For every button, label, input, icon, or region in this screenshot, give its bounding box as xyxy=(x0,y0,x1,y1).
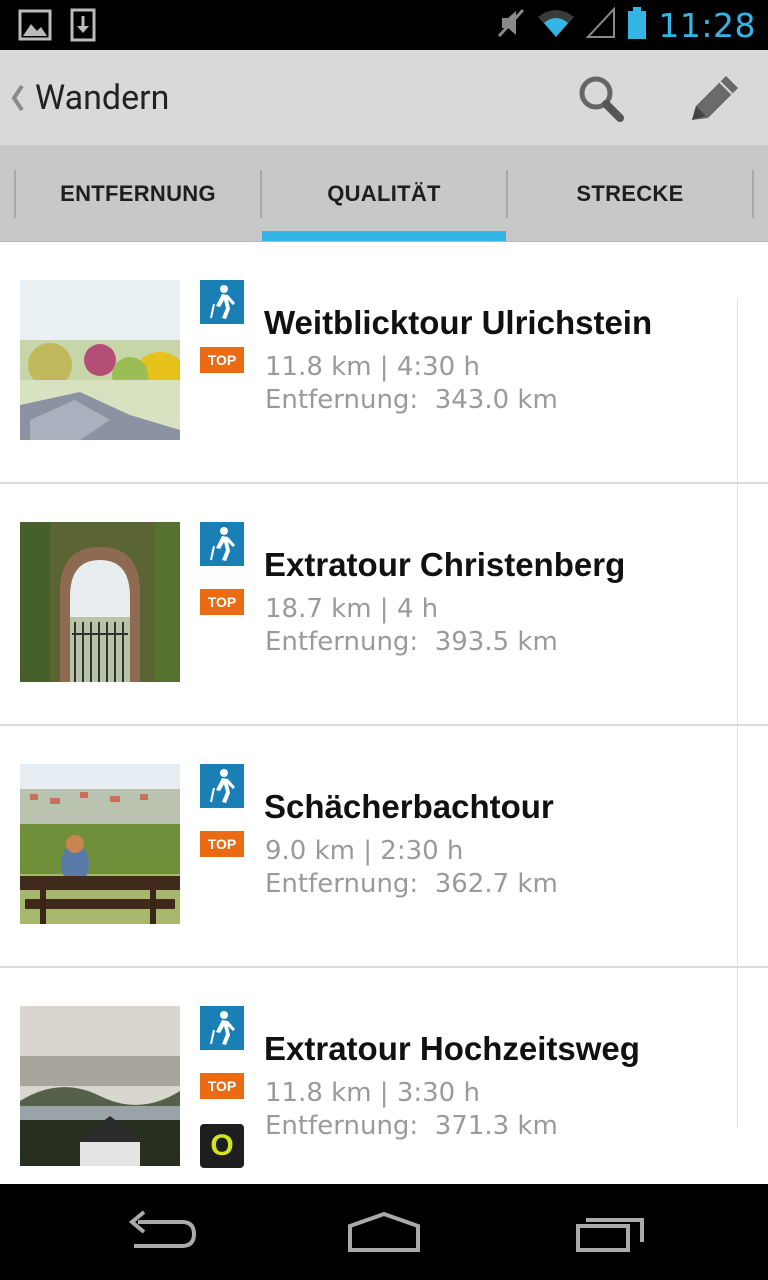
top-badge: TOP xyxy=(200,347,244,373)
system-nav-bar xyxy=(0,1184,768,1280)
list-item[interactable]: TOP Schächerbachtour 9.0 km | 2:30 h Ent… xyxy=(0,726,768,968)
tour-length-duration: 11.8 km | 3:30 h xyxy=(265,1078,480,1108)
tab-entfernung[interactable]: ENTFERNUNG xyxy=(16,145,260,242)
tour-distance: Entfernung: 393.5 km xyxy=(265,627,558,657)
tour-distance: Entfernung: 362.7 km xyxy=(265,869,558,899)
tour-list[interactable]: TOP Weitblicktour Ulrichstein 11.8 km | … xyxy=(0,242,768,1184)
recent-apps-icon[interactable] xyxy=(560,1204,660,1260)
tour-title: Schächerbachtour xyxy=(264,788,554,825)
back-arrow-icon[interactable] xyxy=(112,1204,212,1260)
tab-bar: ENTFERNUNG QUALITÄT STRECKE xyxy=(0,145,768,242)
status-bar: 11:28 xyxy=(0,0,768,50)
tab-qualitaet[interactable]: QUALITÄT xyxy=(262,145,506,242)
signal-icon xyxy=(586,6,616,43)
tour-title: Weitblicktour Ulrichstein xyxy=(264,304,653,341)
tab-strecke[interactable]: STRECKE xyxy=(508,145,752,242)
premium-route-label: O xyxy=(210,1129,234,1162)
home-icon[interactable] xyxy=(334,1204,434,1260)
hiker-icon xyxy=(200,1006,244,1050)
tour-length-duration: 18.7 km | 4 h xyxy=(265,594,439,624)
list-item[interactable]: TOP Extratour Christenberg 18.7 km | 4 h… xyxy=(0,484,768,726)
gallery-icon xyxy=(18,8,52,42)
tour-thumbnail xyxy=(20,764,180,924)
download-icon xyxy=(70,8,104,42)
tour-distance: Entfernung: 371.3 km xyxy=(265,1111,558,1141)
clock: 11:28 xyxy=(658,5,756,45)
premium-route-badge: O xyxy=(200,1124,244,1168)
edit-pencil-icon[interactable] xyxy=(682,68,742,128)
tour-length-duration: 11.8 km | 4:30 h xyxy=(265,352,480,382)
top-badge: TOP xyxy=(200,831,244,857)
tour-thumbnail xyxy=(20,1006,180,1166)
tour-thumbnail xyxy=(20,280,180,440)
action-bar: Wandern xyxy=(0,50,768,145)
hiker-icon xyxy=(200,280,244,324)
tour-thumbnail xyxy=(20,522,180,682)
list-item[interactable]: TOP Weitblicktour Ulrichstein 11.8 km | … xyxy=(0,242,768,484)
tour-title: Extratour Christenberg xyxy=(264,546,626,583)
top-badge: TOP xyxy=(200,1073,244,1099)
chevron-left-icon[interactable] xyxy=(6,80,30,116)
tab-divider xyxy=(752,170,754,218)
mute-icon xyxy=(496,6,526,44)
battery-icon xyxy=(626,6,648,44)
hiker-icon xyxy=(200,764,244,808)
search-icon[interactable] xyxy=(570,68,630,128)
tour-distance: Entfernung: 343.0 km xyxy=(265,385,558,415)
wifi-icon xyxy=(536,7,576,43)
list-item[interactable]: TOP O Extratour Hochzeitsweg 11.8 km | 3… xyxy=(0,968,768,1184)
page-title[interactable]: Wandern xyxy=(35,78,169,118)
hiker-icon xyxy=(200,522,244,566)
tour-length-duration: 9.0 km | 2:30 h xyxy=(265,836,464,866)
tab-selected-indicator xyxy=(262,231,506,241)
top-badge: TOP xyxy=(200,589,244,615)
tour-title: Extratour Hochzeitsweg xyxy=(264,1030,640,1067)
